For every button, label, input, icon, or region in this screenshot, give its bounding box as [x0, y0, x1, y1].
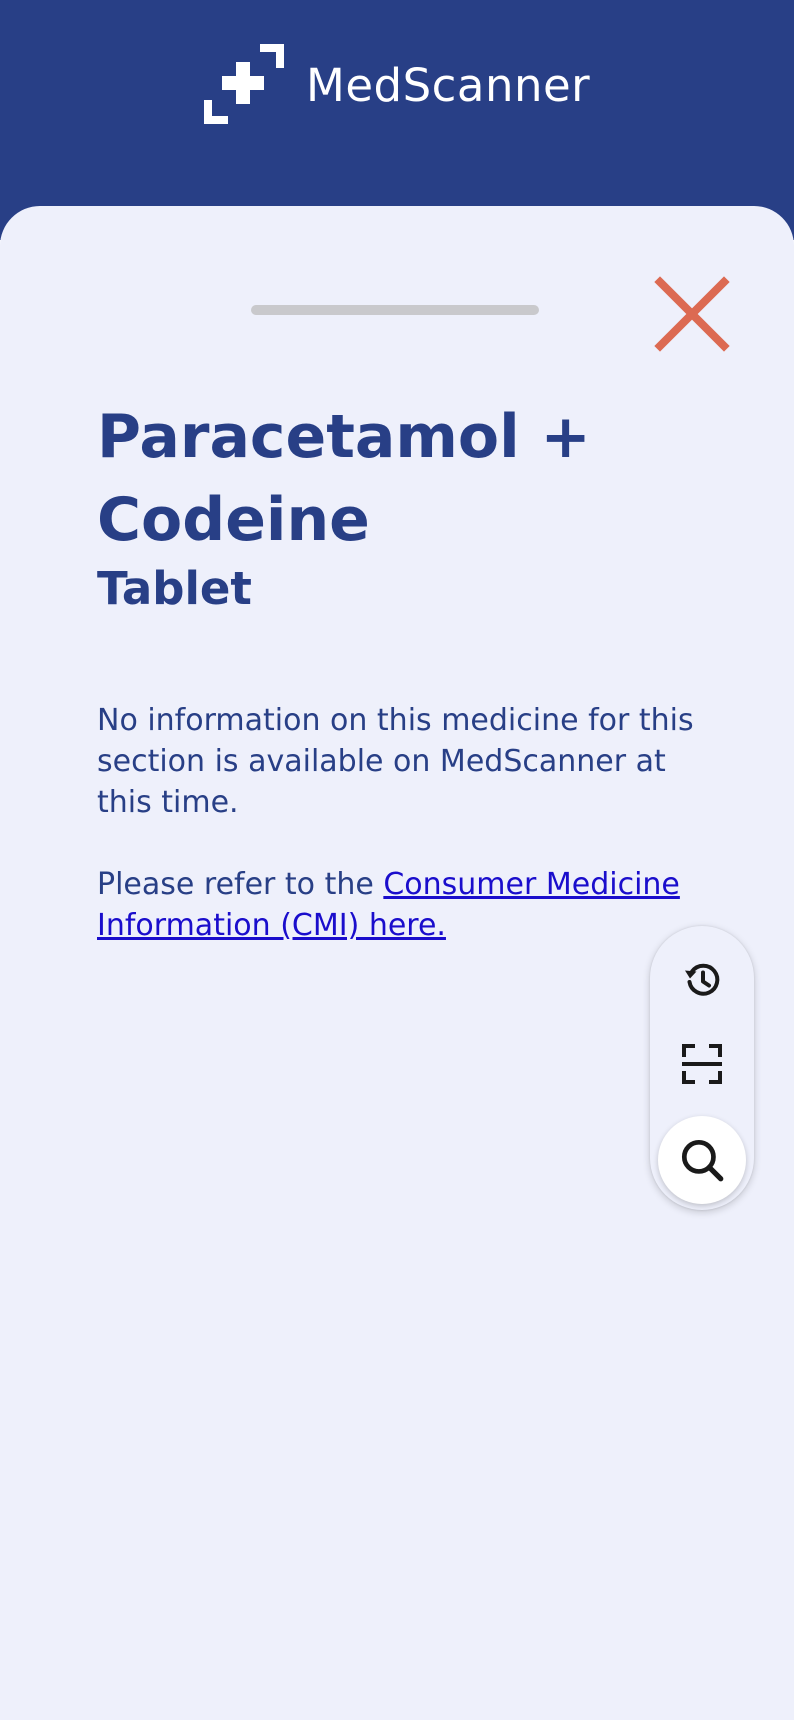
sheet-drag-handle[interactable]	[251, 305, 539, 315]
close-button[interactable]	[650, 272, 734, 356]
scan-button[interactable]	[668, 1030, 736, 1098]
floating-action-group	[650, 926, 754, 1210]
app-name: MedScanner	[306, 58, 591, 112]
medicine-form: Tablet	[97, 562, 252, 615]
medicine-name: Paracetamol + Codeine	[97, 402, 591, 555]
cmi-reference: Please refer to the Consumer Medicine In…	[97, 864, 717, 946]
app-logo: MedScanner	[202, 42, 590, 126]
no-info-notice: No information on this medicine for this…	[97, 703, 694, 820]
refer-prefix: Please refer to the	[97, 867, 384, 902]
close-icon	[654, 276, 730, 352]
history-button[interactable]	[668, 946, 736, 1014]
scan-icon	[682, 1044, 722, 1084]
search-button[interactable]	[658, 1116, 746, 1204]
history-icon	[685, 963, 720, 996]
search-icon	[681, 1139, 724, 1182]
app-header: MedScanner	[0, 0, 794, 240]
app-screen: MedScanner Paracetamol + Codeine Tablet …	[0, 0, 794, 1720]
medscanner-cross-logo-icon	[204, 44, 284, 124]
